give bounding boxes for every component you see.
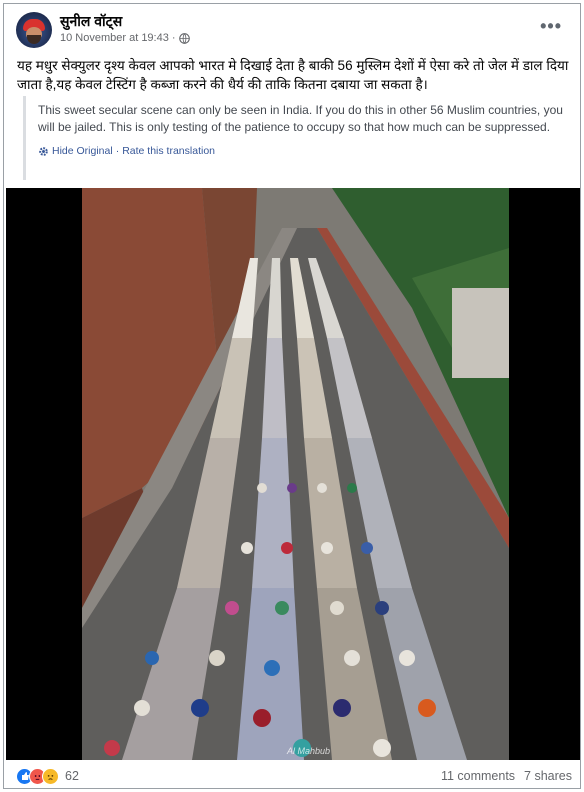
- sad-reaction-icon: [42, 767, 59, 785]
- translation-links: Hide Original · Rate this translation: [38, 145, 571, 157]
- photo-watermark: Al Mahbub: [287, 746, 331, 756]
- translation-block: This sweet secular scene can only be see…: [23, 96, 571, 180]
- meta-separator: ·: [171, 32, 176, 44]
- author-name[interactable]: सुनील वॉट्स: [60, 12, 122, 31]
- avatar-beard: [27, 35, 41, 44]
- gear-icon: [38, 146, 49, 157]
- post-timestamp[interactable]: 10 November at 19:43: [60, 32, 169, 44]
- post-photo[interactable]: Al Mahbub: [82, 188, 509, 760]
- globe-icon: [178, 32, 190, 44]
- reaction-count[interactable]: 62: [65, 769, 79, 783]
- post-meta: 10 November at 19:43 ·: [60, 32, 190, 44]
- post-text: यह मधुर सेक्युलर दृश्य केवल आपको भारत मे…: [17, 58, 569, 92]
- engagement-stats: 11 comments 7 shares: [441, 769, 572, 783]
- post-footer: 62 11 comments 7 shares: [16, 766, 572, 786]
- comments-count[interactable]: 11 comments: [441, 769, 515, 783]
- rate-translation-link[interactable]: Rate this translation: [122, 145, 215, 157]
- author-avatar[interactable]: [16, 12, 52, 48]
- more-options-icon[interactable]: •••: [540, 16, 562, 37]
- street-prayer-image: [82, 188, 509, 760]
- hide-original-link[interactable]: Hide Original: [52, 145, 113, 157]
- reactions-summary[interactable]: 62: [16, 767, 79, 785]
- link-separator: ·: [115, 145, 120, 157]
- shares-count[interactable]: 7 shares: [524, 769, 572, 783]
- translation-text: This sweet secular scene can only be see…: [38, 103, 563, 134]
- post-photo-container[interactable]: Al Mahbub: [6, 188, 580, 760]
- facebook-post-card: सुनील वॉट्स 10 November at 19:43 · ••• य…: [3, 3, 581, 789]
